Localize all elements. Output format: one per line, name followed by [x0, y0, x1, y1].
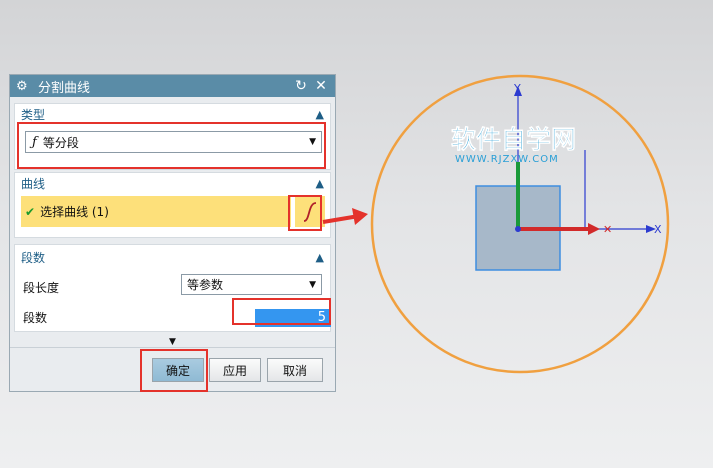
red-axis-arrow [588, 223, 600, 235]
graphics-area[interactable]: ✕ Y X 软件自学网 WWW.RJZXW.COM [0, 0, 713, 468]
x-axis-label: X [654, 223, 662, 236]
y-axis-label: Y [513, 82, 521, 95]
watermark-title: 软件自学网 [451, 125, 576, 154]
arrow-head [352, 208, 368, 225]
x-cross-icon: ✕ [603, 223, 612, 236]
watermark-url: WWW.RJZXW.COM [455, 154, 559, 165]
origin-point [515, 226, 521, 232]
